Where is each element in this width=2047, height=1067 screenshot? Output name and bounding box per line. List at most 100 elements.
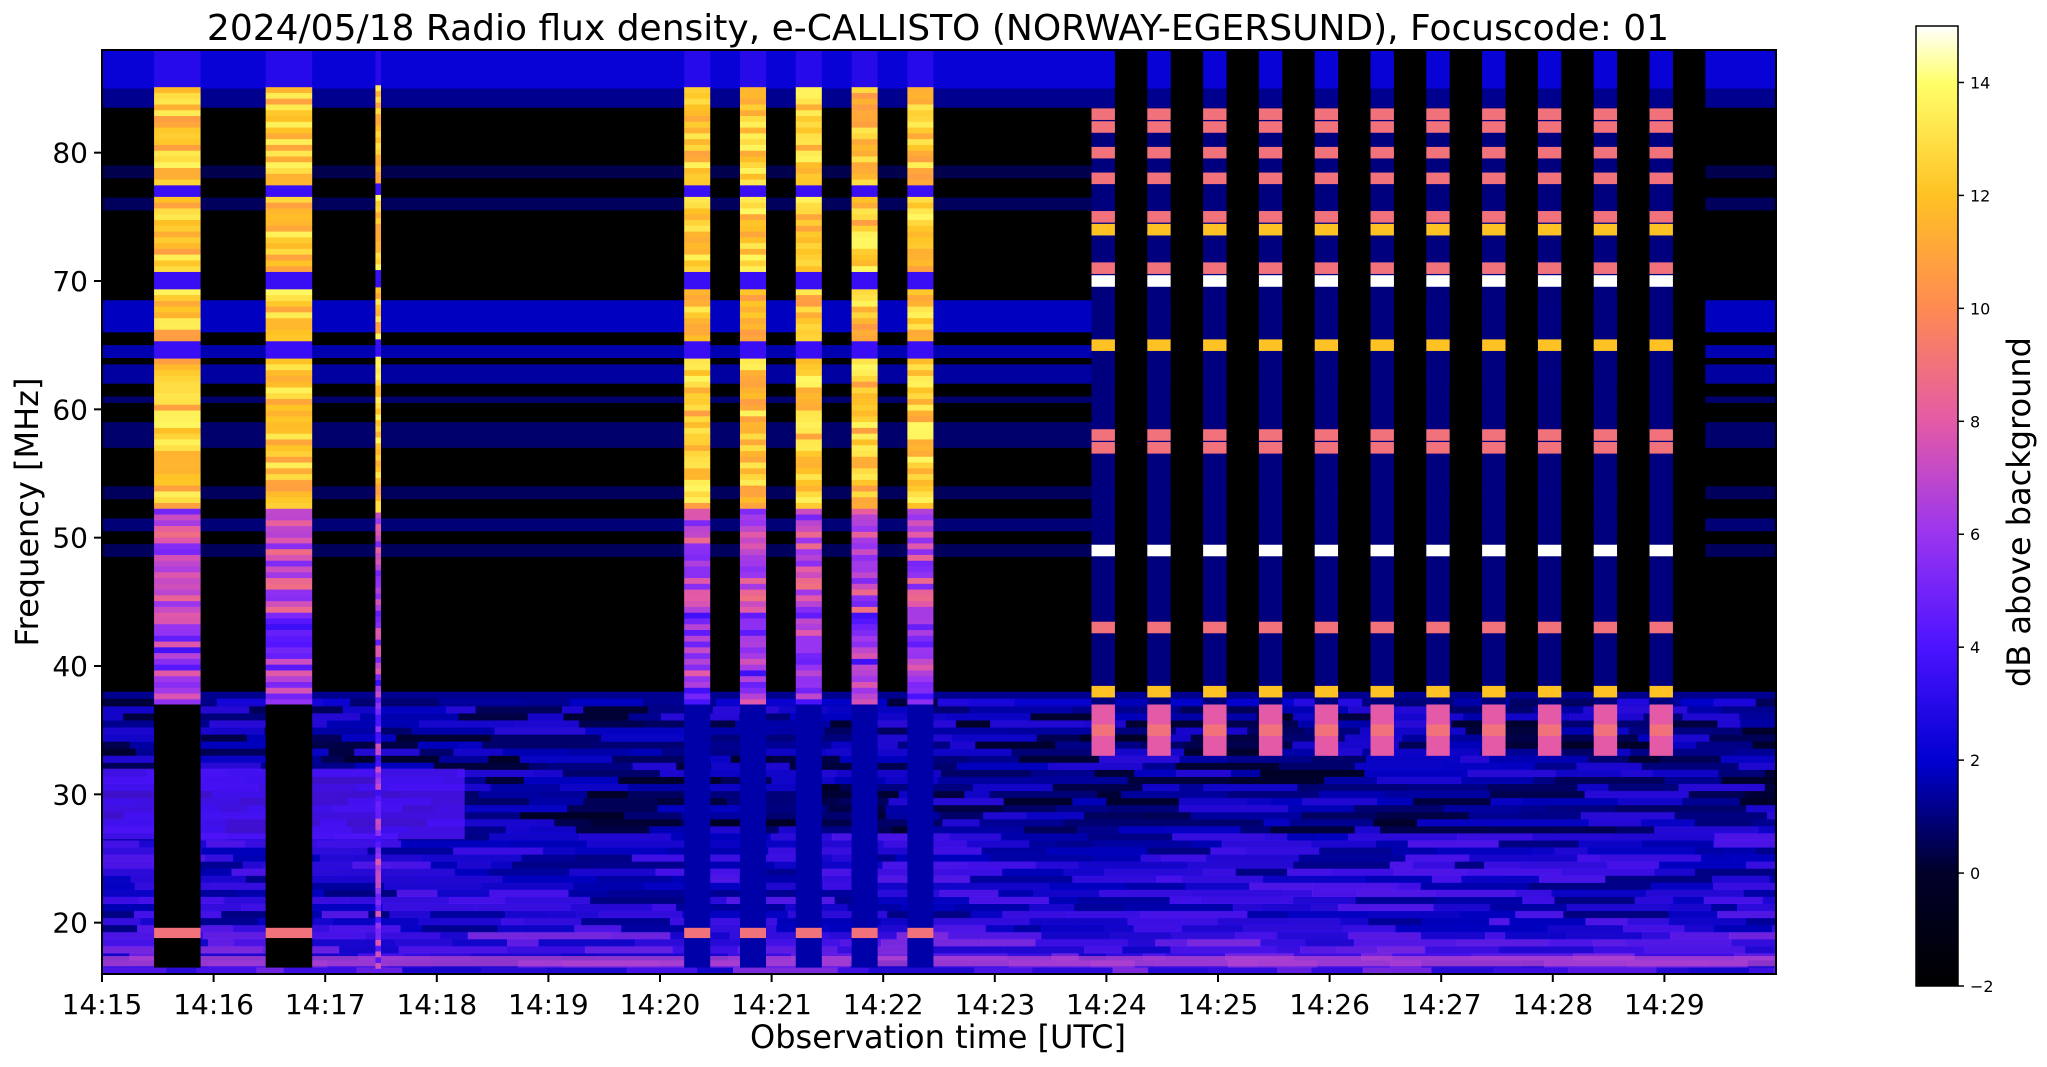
noise-cell: [1752, 818, 1776, 827]
noise-cell: [1036, 734, 1082, 742]
noise-cell: [1310, 839, 1377, 848]
noise-cell: [726, 797, 806, 806]
burst-cell: [375, 240, 381, 247]
noise-cell: [983, 811, 1028, 820]
burst-cell: [739, 589, 767, 596]
burst-cell: [795, 346, 822, 353]
burst-cell: [739, 565, 767, 573]
pulse-line: [1426, 146, 1450, 159]
pulse-line: [1258, 223, 1283, 236]
burst-cell: [375, 344, 381, 351]
colorbar-tick-label: 8: [1970, 412, 1980, 431]
noise-cell: [1155, 938, 1189, 947]
burst-cell: [795, 230, 822, 238]
burst-cell: [795, 317, 822, 324]
pulse-line: [1537, 685, 1562, 698]
burst-cell: [907, 594, 934, 602]
pulse-column: [1426, 107, 1450, 705]
noise-cell: [1489, 755, 1589, 763]
burst-cell: [907, 144, 934, 151]
burst-cell: [154, 589, 201, 596]
pulse-line: [1091, 223, 1115, 236]
burst-cell: [907, 617, 934, 625]
noise-cell: [929, 762, 958, 770]
noise-cell: [967, 861, 1037, 869]
noise-cell: [1353, 938, 1458, 947]
noise-cell: [490, 861, 513, 869]
pulse-line: [1147, 429, 1171, 441]
burst-cell: [265, 554, 313, 561]
noise-cell: [1210, 846, 1247, 855]
burst-cell: [265, 450, 313, 457]
burst-cell: [265, 658, 313, 665]
burst-cell: [375, 558, 381, 565]
burst-cell: [265, 121, 313, 128]
noise-cell: [1094, 769, 1136, 777]
burst-cell: [795, 173, 822, 180]
noise-cell: [1559, 882, 1652, 890]
noise-cell: [1740, 719, 1776, 728]
pulse-line: [1314, 223, 1339, 236]
burst-cell: [851, 565, 878, 573]
burst-4: [739, 50, 767, 968]
pulse-line: [1593, 339, 1618, 351]
burst-cell: [907, 623, 934, 631]
noise-cell: [488, 755, 521, 763]
noise-cell: [578, 832, 672, 841]
burst-cell: [739, 381, 767, 388]
noise-cell: [339, 945, 400, 954]
pulse-line: [1537, 262, 1562, 274]
burst-cell: [265, 150, 313, 157]
burst-cell: [851, 225, 878, 232]
burst-cell: [154, 456, 201, 463]
burst-cell: [684, 103, 711, 111]
burst-cell: [684, 600, 711, 607]
burst-cell: [907, 317, 934, 324]
burst-cell: [375, 402, 381, 409]
burst-cell: [795, 381, 822, 388]
burst-cell: [851, 583, 878, 590]
burst-cell: [739, 525, 767, 532]
burst-cell: [795, 225, 822, 232]
pulse-line: [1426, 223, 1450, 236]
noise-cell: [1376, 797, 1414, 806]
burst-cell: [851, 213, 878, 220]
burst-cell: [851, 456, 878, 463]
noise-cell: [1181, 875, 1264, 883]
noise-cell: [1118, 825, 1167, 834]
burst-cell: [684, 306, 711, 313]
burst-cell: [851, 178, 878, 186]
burst-cell: [907, 92, 934, 99]
noise-cell: [1614, 804, 1684, 813]
burst-cell: [154, 635, 201, 642]
burst-cell: [265, 606, 313, 613]
burst-cell: [265, 409, 313, 417]
noise-cell: [329, 924, 402, 933]
burst-cell: [265, 485, 313, 492]
burst-cell: [851, 155, 878, 163]
pulse-line: [1537, 108, 1562, 120]
noise-cell: [1650, 882, 1715, 890]
noise-cell: [242, 861, 265, 869]
noise-cell: [1243, 924, 1345, 933]
burst-cell: [375, 962, 381, 969]
burst-cell: [154, 127, 201, 134]
noise-cell: [1287, 910, 1370, 919]
burst-cell: [795, 86, 822, 93]
burst-19mhz-line: [265, 927, 313, 939]
burst-cell: [265, 173, 313, 180]
burst-cell: [265, 63, 313, 70]
burst-cell: [795, 323, 822, 330]
burst-cell: [851, 334, 878, 342]
noise-cell: [506, 945, 586, 954]
burst-cell: [739, 254, 767, 261]
noise-cell: [923, 945, 1005, 954]
burst-cell: [739, 415, 767, 423]
noise-cell: [1397, 882, 1422, 890]
pulse-line: [1091, 121, 1115, 133]
burst-cell: [851, 386, 878, 394]
burst-cell: [684, 98, 711, 105]
burst-cell: [265, 236, 313, 244]
burst-cell: [795, 427, 822, 434]
burst-cell: [684, 69, 711, 76]
